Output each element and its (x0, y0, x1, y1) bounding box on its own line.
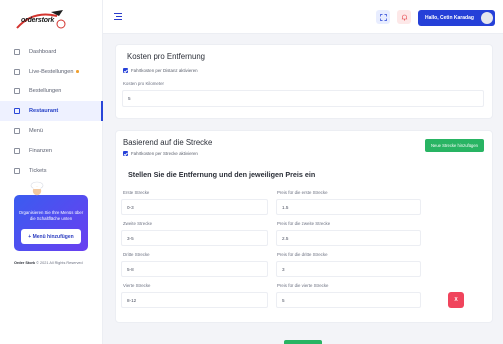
route-3-price-label: Preis für die dritte Strecke (277, 252, 328, 257)
sidebar: orderstork Dashboard Live-Bestellungen B… (0, 0, 103, 344)
expand-icon (379, 13, 387, 21)
dashboard-icon (14, 48, 20, 55)
route-1-price-input[interactable]: 1.5 (276, 199, 421, 215)
sidebar-item-live-orders[interactable]: Live-Bestellungen (0, 62, 103, 82)
sidebar-item-label: Menü (29, 128, 43, 135)
route-cost-checkbox-row[interactable]: Fahrtkosten per Strecke aktivieren (123, 151, 198, 156)
sidebar-item-label: Live-Bestellungen (29, 68, 74, 75)
fullscreen-button[interactable] (376, 10, 390, 24)
delete-route-button[interactable]: X (448, 292, 464, 308)
sidebar-item-finance[interactable]: Finanzen (0, 141, 103, 161)
footer-brand: Order Stork (14, 261, 36, 265)
sidebar-item-label: Bestellungen (29, 88, 62, 95)
distance-cost-checkbox-row[interactable]: Fahrtkosten per Distanz aktivieren (123, 68, 198, 73)
chef-icon (30, 181, 44, 196)
sidebar-item-label: Restaurant (29, 108, 59, 115)
sidebar-nav: Dashboard Live-Bestellungen Bestellungen… (0, 42, 103, 181)
add-menu-button[interactable]: + Menü hinzufügen (21, 229, 81, 244)
route-4-distance-label: Vierte Strecke (123, 283, 151, 288)
route-2-price-input[interactable]: 2.5 (276, 230, 421, 246)
route-3-price-input[interactable]: 3 (276, 261, 421, 277)
bell-icon (401, 14, 407, 20)
route-1-distance-input[interactable]: 0-3 (121, 199, 268, 215)
promo-text: Organisieren Sie Ihre Menüs über die Sch… (18, 210, 84, 221)
cost-per-km-input[interactable]: 5 (122, 90, 484, 107)
top-bar: Hallo, Cetin Karadag (103, 0, 503, 34)
sidebar-item-orders[interactable]: Bestellungen (0, 82, 103, 102)
route-2-distance-input[interactable]: 3-5 (121, 230, 268, 246)
user-menu-button[interactable]: Hallo, Cetin Karadag (418, 10, 495, 26)
footer-copyright: Order Stork © 2021 All Rights Reserved (14, 261, 83, 265)
route-1-distance-label: Erste Strecke (123, 190, 150, 195)
sidebar-item-restaurant[interactable]: Restaurant (0, 101, 103, 122)
tickets-icon (14, 167, 20, 174)
cost-per-km-label: Kosten pro Kilometer (123, 81, 164, 86)
user-greeting: Hallo, Cetin Karadag (425, 15, 474, 21)
route-4-distance-input[interactable]: 8-12 (121, 292, 268, 308)
route-cost-checkbox[interactable] (123, 151, 128, 156)
sidebar-item-dashboard[interactable]: Dashboard (0, 42, 103, 62)
notifications-button[interactable] (397, 10, 411, 24)
save-button[interactable] (284, 340, 322, 344)
live-orders-icon (14, 68, 20, 75)
sidebar-item-label: Tickets (29, 167, 47, 174)
route-cost-checkbox-label: Fahrtkosten per Strecke aktivieren (131, 151, 198, 156)
sidebar-item-label: Finanzen (29, 147, 53, 154)
route-4-price-label: Preis für die vierte Strecke (277, 283, 329, 288)
hamburger-menu-icon[interactable] (114, 13, 122, 20)
logo-text: orderstork (21, 17, 55, 24)
route-2-price-label: Preis für die zweite Strecke (277, 221, 331, 226)
sidebar-item-tickets[interactable]: Tickets (0, 161, 103, 181)
route-3-distance-label: Dritte Strecke (123, 252, 150, 257)
orders-icon (14, 88, 20, 95)
sidebar-item-menu[interactable]: Menü (0, 121, 103, 141)
route-3-distance-input[interactable]: 5-8 (121, 261, 268, 277)
logo[interactable]: orderstork (13, 6, 69, 34)
restaurant-icon (14, 108, 20, 115)
finance-icon (14, 147, 20, 154)
menu-icon (14, 128, 20, 135)
cost-card-title: Kosten pro Entfernung (127, 52, 206, 61)
route-card-title: Basierend auf die Strecke (123, 138, 213, 147)
route-4-price-input[interactable]: 5 (276, 292, 421, 308)
route-2-distance-label: Zweite Strecke (123, 221, 153, 226)
promo-card: Organisieren Sie Ihre Menüs über die Sch… (14, 195, 88, 251)
add-route-button[interactable]: Neue Strecke hinzufügen (425, 139, 484, 152)
live-indicator-dot (76, 70, 79, 73)
sidebar-item-label: Dashboard (29, 48, 57, 55)
route-1-price-label: Preis für die erste Strecke (277, 190, 328, 195)
route-section-title: Stellen Sie die Entfernung und den jewei… (128, 170, 316, 179)
distance-cost-checkbox[interactable] (123, 68, 128, 73)
avatar (481, 12, 493, 24)
footer-text: © 2021 All Rights Reserved (36, 261, 83, 265)
distance-cost-checkbox-label: Fahrtkosten per Distanz aktivieren (131, 68, 198, 73)
